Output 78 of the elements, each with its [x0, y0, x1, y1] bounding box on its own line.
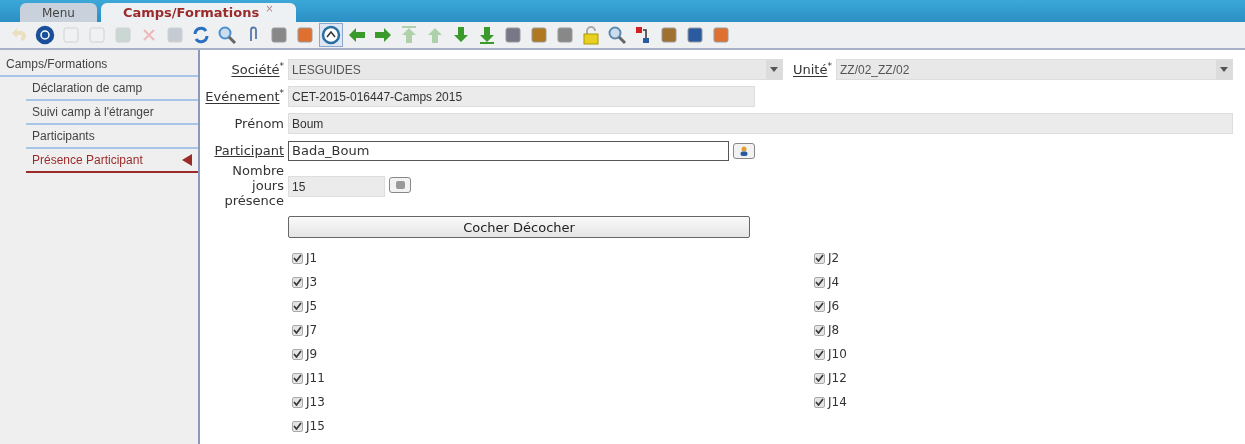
checkmark-icon [293, 422, 302, 430]
day-checkbox[interactable] [814, 372, 825, 384]
checkbox-label: J10 [828, 347, 847, 361]
field-label[interactable]: Evénement [205, 89, 280, 105]
dropdown-arrow-icon [1220, 67, 1228, 72]
checkbox-label: J13 [306, 395, 325, 409]
day-checkbox[interactable] [814, 300, 825, 312]
day-checkbox[interactable] [292, 348, 303, 360]
sidebar-item[interactable]: Participants [26, 125, 198, 149]
zoom-back-icon[interactable] [606, 24, 628, 46]
tab[interactable]: Camps/Formations × [100, 3, 296, 22]
checkmark-icon [815, 254, 824, 262]
required-mark: * [827, 61, 832, 72]
field-label[interactable]: Société [231, 62, 280, 78]
day-checkbox[interactable] [292, 300, 303, 312]
checkmark-icon [293, 278, 302, 286]
history-icon[interactable] [320, 24, 342, 46]
checkbox-label: J8 [828, 323, 840, 337]
field-label[interactable]: Unité [793, 62, 828, 78]
prenom-field[interactable]: Boum [288, 113, 1233, 134]
dropdown-arrow-icon [770, 67, 778, 72]
checkmark-icon [815, 374, 824, 382]
calculator-button[interactable] [389, 177, 411, 193]
search-icon[interactable] [216, 24, 238, 46]
help-icon[interactable] [34, 24, 56, 46]
checkmark-icon [293, 326, 302, 334]
person-icon [740, 145, 748, 156]
day-checkbox[interactable] [814, 324, 825, 336]
pointer-icon [182, 154, 192, 166]
checkmark-icon [293, 302, 302, 310]
day-checkbox[interactable] [292, 252, 303, 264]
evenement-field[interactable]: CET-2015-016447-Camps 2015 [288, 86, 755, 107]
field-label: Nombre jours présence [224, 163, 284, 208]
day-checkbox[interactable] [292, 396, 303, 408]
field-label: Prénom [234, 116, 284, 131]
checkmark-icon [815, 326, 824, 334]
checkbox-label: J11 [306, 371, 325, 385]
unite-dropdown[interactable]: ZZ/02_ZZ/02 [835, 59, 1233, 80]
day-checkbox[interactable] [292, 420, 303, 432]
sidebar-item[interactable]: Suivi camp à l'étranger [26, 101, 198, 125]
check-uncheck-button[interactable]: Cocher Décocher [288, 216, 750, 238]
tab[interactable]: Menu [20, 3, 97, 22]
checkbox-label: J4 [828, 275, 840, 289]
day-checkbox[interactable] [292, 324, 303, 336]
checkbox-label: J1 [306, 251, 318, 265]
checkmark-icon [293, 374, 302, 382]
checkbox-label: J9 [306, 347, 318, 361]
day-checkbox[interactable] [814, 252, 825, 264]
day-checkbox[interactable] [814, 396, 825, 408]
person-lookup-button[interactable] [733, 142, 755, 159]
checkbox-label: J3 [306, 275, 318, 289]
participant-field[interactable]: Bada_Boum [288, 140, 729, 161]
sidebar-item[interactable]: Présence Participant [26, 149, 198, 173]
checkbox-label: J2 [828, 251, 840, 265]
day-checkbox[interactable] [814, 276, 825, 288]
checkbox-label: J14 [828, 395, 847, 409]
checkmark-icon [293, 254, 302, 262]
sidebar-title[interactable]: Camps/Formations [0, 54, 198, 77]
checkmark-icon [815, 278, 824, 286]
day-checkbox[interactable] [814, 348, 825, 360]
field-label[interactable]: Participant [214, 143, 284, 158]
societe-dropdown[interactable]: LESGUIDES [288, 59, 783, 80]
checkmark-icon [815, 302, 824, 310]
checkbox-label: J5 [306, 299, 318, 313]
checkbox-label: J15 [306, 419, 325, 433]
required-mark: * [279, 61, 284, 72]
checkmark-icon [815, 350, 824, 358]
sidebar-item[interactable]: Déclaration de camp [26, 77, 198, 101]
checkbox-label: J7 [306, 323, 318, 337]
checkmark-icon [815, 398, 824, 406]
day-checkbox[interactable] [292, 276, 303, 288]
checkbox-label: J6 [828, 299, 840, 313]
checkmark-icon [293, 398, 302, 406]
day-checkbox[interactable] [292, 372, 303, 384]
checkmark-icon [293, 350, 302, 358]
nombre-field[interactable]: 15 [288, 176, 385, 197]
required-mark: * [279, 88, 284, 99]
checkbox-label: J12 [828, 371, 847, 385]
